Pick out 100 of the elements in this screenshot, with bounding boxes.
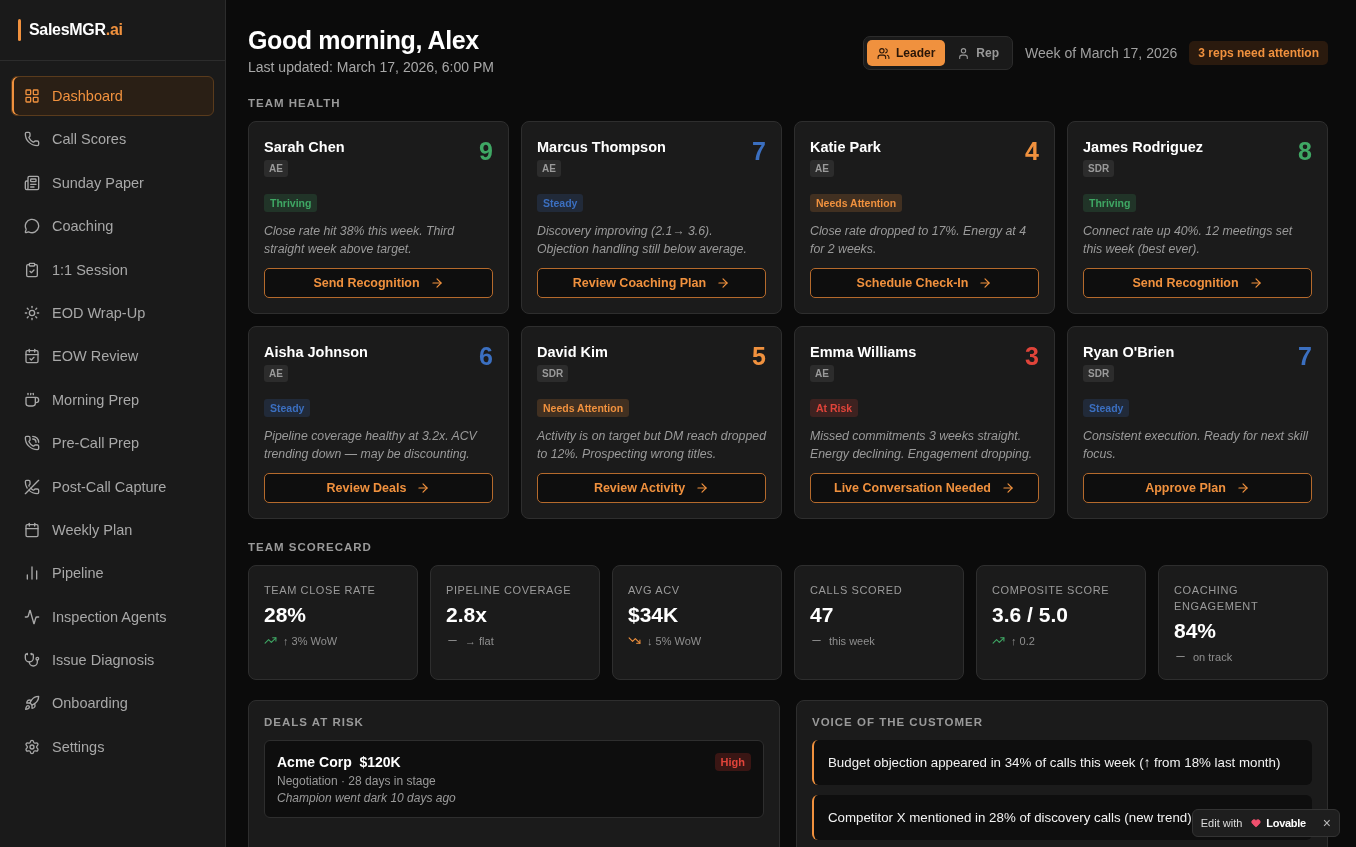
section-title: TEAM HEALTH — [248, 97, 342, 109]
status-tag: Thriving — [264, 194, 318, 212]
rep-name: Katie Park — [810, 139, 881, 155]
role-button[interactable]: Rep — [947, 40, 1009, 66]
nav-item[interactable]: Sunday Paper — [11, 162, 214, 203]
nav-item[interactable]: Morning Prep — [11, 379, 214, 420]
cup-icon — [24, 391, 40, 408]
nav-item[interactable]: 1:1 Session — [11, 249, 214, 290]
nav-item[interactable]: Pipeline — [11, 553, 214, 594]
nav-item[interactable]: Weekly Plan — [11, 509, 214, 550]
last-updated-text: Last updated: March 17, 2026, 6:00 PM — [248, 59, 494, 75]
status-tag: Steady — [264, 399, 311, 417]
trend-down-icon — [628, 634, 641, 647]
nav-item[interactable]: Onboarding — [11, 683, 214, 724]
health-score: 8 — [1298, 137, 1312, 166]
action-button[interactable]: Schedule Check-In — [810, 268, 1039, 298]
nav-item[interactable]: EOW Review — [11, 336, 214, 377]
status-tag: Steady — [1083, 399, 1130, 417]
nav-item[interactable]: Inspection Agents — [11, 596, 214, 637]
rep-note: Consistent execution. Ready for next skill focus. — [1083, 428, 1310, 463]
nav-item[interactable]: Dashboard — [11, 76, 214, 116]
arrow-right-icon — [695, 481, 710, 495]
action-button[interactable]: Review Deals — [264, 473, 493, 503]
user-icon — [957, 46, 971, 60]
phone-icon — [24, 435, 40, 452]
role-tag: SDR — [537, 365, 569, 382]
settings-icon — [24, 738, 40, 755]
trend-up-icon — [264, 634, 277, 647]
panel-title: DEALS AT RISK — [264, 716, 365, 728]
metric-change: on track — [1193, 650, 1233, 663]
nav-item[interactable]: Coaching — [11, 206, 214, 247]
metric-label: CALLS SCORED — [810, 583, 904, 598]
sun-icon — [24, 304, 40, 321]
rep-note: Close rate hit 38% this week. Third straight week above target. — [264, 223, 456, 258]
logo-bar-icon — [18, 19, 21, 41]
nav-item[interactable]: Pre-Call Prep — [11, 423, 214, 464]
users-icon — [877, 46, 890, 60]
metric-label: COMPOSITE SCORE — [992, 583, 1111, 598]
rep-note: Discovery improving (2.1→ 3.6). Objection handling still below average. — [537, 223, 748, 258]
nav-item[interactable]: EOD Wrap-Up — [11, 292, 214, 333]
nav-item[interactable]: Issue Diagnosis — [11, 640, 214, 681]
attention-badge: 3 reps need attention — [1189, 41, 1328, 65]
metric-value: 2.8x — [446, 603, 488, 627]
metric-label: TEAM CLOSE RATE — [264, 583, 377, 598]
phone-icon — [24, 131, 40, 148]
health-score: 7 — [752, 137, 766, 166]
metric-change: ↓ 5% WoW — [647, 634, 702, 647]
risk-tag: High — [714, 753, 751, 771]
metric-change: ↑ 0.2 — [1011, 634, 1035, 647]
health-score: 9 — [479, 137, 493, 166]
arrow-right-icon — [416, 481, 431, 495]
nav-item[interactable]: Call Scores — [11, 119, 214, 160]
metric-label: PIPELINE COVERAGE — [446, 583, 573, 598]
metric-change: → flat — [465, 634, 494, 647]
metric-value: 84% — [1174, 619, 1218, 643]
metric-value: 3.6 / 5.0 — [992, 603, 1069, 627]
rep-note: Close rate dropped to 17%. Energy at 4 for 2 weeks. — [810, 223, 1027, 258]
role-tag: AE — [810, 160, 834, 177]
health-score: 7 — [1298, 342, 1312, 371]
trend-up-icon — [992, 634, 1005, 647]
rep-name: Ryan O'Brien — [1083, 344, 1175, 360]
action-button[interactable]: Live Conversation Needed — [810, 473, 1039, 503]
role-tag: AE — [810, 365, 834, 382]
chat-icon — [24, 218, 40, 235]
action-button[interactable]: Review Coaching Plan — [537, 268, 766, 298]
insight-card: Budget objection appeared in 34% of calls this week (↑ from 18% last month) — [812, 740, 1312, 785]
action-button[interactable]: Approve Plan — [1083, 473, 1312, 503]
rep-note: Connect rate up 40%. 12 meetings set this week (best ever). — [1083, 223, 1294, 258]
rep-note: Missed commitments 3 weeks straight. Energy declining. Engagement dropping. — [810, 428, 1034, 463]
logo: SalesMGR.ai — [29, 21, 123, 39]
action-button[interactable]: Review Activity — [537, 473, 766, 503]
action-button[interactable]: Send Recognition — [264, 268, 493, 298]
close-button[interactable]: × — [1322, 815, 1331, 831]
role-tag: SDR — [1083, 160, 1115, 177]
week-label: Week of March 17, 2026 — [1025, 45, 1178, 61]
nav-item[interactable]: Post-Call Capture — [11, 466, 214, 507]
edit-badge[interactable]: Edit with Lovable × — [1191, 809, 1340, 837]
rep-note: Pipeline coverage healthy at 3.2x. ACV trending down — may be discounting. — [264, 428, 479, 463]
stethoscope-icon — [24, 652, 40, 669]
rep-name: Sarah Chen — [264, 139, 345, 155]
status-tag: At Risk — [810, 399, 859, 417]
health-score: 4 — [1025, 137, 1039, 166]
status-tag: Steady — [537, 194, 584, 212]
metric-change: this week — [829, 634, 875, 647]
arrow-right-icon — [1001, 481, 1015, 495]
role-tag: AE — [537, 160, 561, 177]
rep-name: Emma Williams — [810, 344, 917, 360]
rep-note: Activity is on target but DM reach dropped to 12%. Prospecting wrong titles. — [537, 428, 766, 463]
metric-label: AVG ACV — [628, 583, 681, 598]
role-button[interactable]: Leader — [867, 40, 946, 66]
status-tag: Thriving — [1083, 194, 1137, 212]
heart-icon — [1251, 818, 1262, 828]
metric-label: COACHING ENGAGEMENT — [1174, 583, 1260, 614]
nav-item[interactable]: Settings — [11, 726, 214, 767]
deal-meta: Negotiation · 28 days in stage — [277, 774, 437, 788]
calendar-icon — [24, 348, 40, 365]
newspaper-icon — [24, 174, 40, 191]
action-button[interactable]: Send Recognition — [1083, 268, 1312, 298]
status-tag: Needs Attention — [537, 399, 630, 417]
greeting-title: Good morning, Alex — [248, 26, 480, 55]
